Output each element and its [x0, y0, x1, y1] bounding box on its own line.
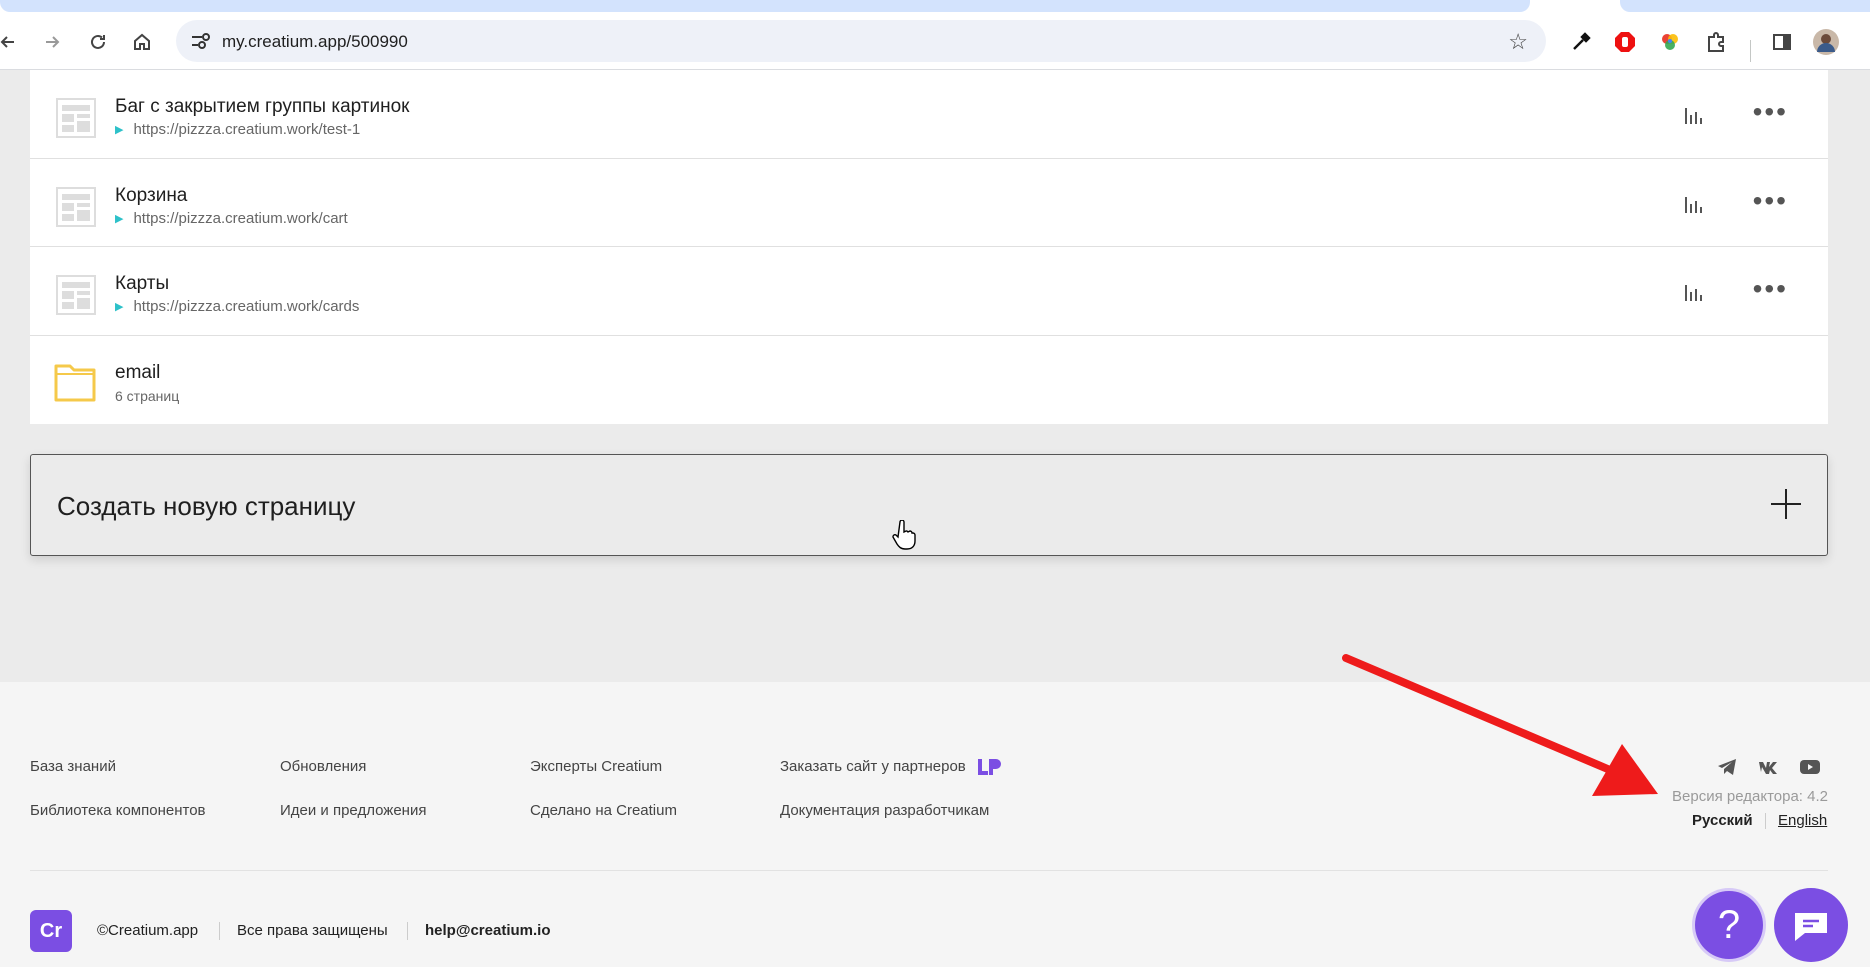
page-url-text[interactable]: https://pizzza.creatium.work/cards	[133, 298, 359, 315]
order-site-label[interactable]: Заказать сайт у партнеров	[780, 758, 966, 775]
telegram-icon[interactable]	[1716, 756, 1738, 778]
reload-button[interactable]	[84, 28, 112, 56]
page-url-text[interactable]: https://pizzza.creatium.work/test-1	[133, 121, 360, 138]
page-template-icon	[56, 186, 96, 227]
footer-link-updates[interactable]: Обновления	[280, 758, 366, 775]
more-options-icon[interactable]: •••	[1753, 275, 1788, 303]
footer-link-knowledge-base[interactable]: База знаний	[30, 758, 116, 775]
vk-icon[interactable]	[1758, 756, 1780, 778]
bookmark-star-icon[interactable]: ☆	[1508, 29, 1528, 55]
footer-link-experts[interactable]: Эксперты Creatium	[530, 758, 662, 775]
eyedropper-extension-icon[interactable]	[1567, 28, 1595, 56]
help-email-link[interactable]: help@creatium.io	[425, 922, 551, 939]
lang-english[interactable]: English	[1778, 812, 1827, 829]
chat-icon	[1795, 913, 1827, 941]
more-options-icon[interactable]: •••	[1753, 98, 1788, 126]
page-url[interactable]: ▶ https://pizzza.creatium.work/test-1	[115, 121, 360, 138]
rights-text: Все права защищены	[237, 922, 388, 939]
home-button[interactable]	[128, 28, 156, 56]
home-icon	[134, 33, 150, 50]
reload-icon	[91, 34, 105, 49]
arrow-left-icon	[0, 36, 14, 48]
tab-strip	[0, 0, 1870, 12]
creatium-logo[interactable]: Cr	[30, 910, 72, 952]
help-question-button[interactable]: ?	[1692, 888, 1766, 962]
lang-russian[interactable]: Русский	[1692, 812, 1753, 829]
folder-icon	[54, 364, 96, 401]
stats-icon[interactable]	[1682, 104, 1704, 126]
hand-cursor-icon	[892, 520, 916, 550]
page-row[interactable]: Баг с закрытием группы картинок ▶ https:/…	[30, 70, 1828, 159]
footer-link-dev-docs[interactable]: Документация разработчикам	[780, 802, 989, 819]
chat-button[interactable]	[1774, 888, 1848, 962]
pages-list: Баг с закрытием группы картинок ▶ https:/…	[30, 70, 1828, 424]
toolbar-divider	[1750, 40, 1751, 62]
page-row[interactable]: Карты ▶ https://pizzza.creatium.work/card…	[30, 247, 1828, 336]
play-icon: ▶	[115, 124, 124, 136]
page-template-icon	[56, 98, 96, 138]
editor-version: Версия редактора: 4.2	[1672, 788, 1828, 805]
create-page-label: Создать новую страницу	[57, 491, 356, 521]
forward-button[interactable]	[38, 28, 66, 56]
extensions-puzzle-icon[interactable]	[1702, 28, 1730, 56]
folder-title[interactable]: email	[115, 362, 160, 384]
annotation-arrow-icon	[1342, 654, 1658, 796]
more-options-icon[interactable]: •••	[1753, 186, 1788, 214]
footer-divider	[30, 870, 1828, 871]
page-template-icon	[56, 275, 96, 315]
adblock-extension-icon[interactable]	[1611, 28, 1639, 56]
page-title[interactable]: Карты	[115, 273, 169, 295]
address-bar[interactable]: my.creatium.app/500990 ☆	[176, 20, 1546, 62]
page-url-text[interactable]: https://pizzza.creatium.work/cart	[133, 210, 347, 227]
footer-link-order-site[interactable]: Заказать сайт у партнеров	[780, 758, 1002, 776]
stats-icon[interactable]	[1682, 281, 1704, 303]
copyright-text: ©Creatium.app	[97, 922, 199, 939]
create-page-button[interactable]: Создать новую страницу	[30, 454, 1828, 556]
browser-toolbar: my.creatium.app/500990 ☆	[0, 12, 1870, 70]
lp-partner-icon	[977, 759, 1001, 776]
page-title[interactable]: Корзина	[115, 185, 187, 207]
page-url[interactable]: ▶ https://pizzza.creatium.work/cart	[115, 210, 348, 227]
play-icon: ▶	[115, 301, 124, 313]
url-text[interactable]: my.creatium.app/500990	[222, 32, 408, 52]
play-icon: ▶	[115, 212, 124, 225]
page-row[interactable]: Корзина ▶ https://pizzza.creatium.work/ca…	[30, 159, 1828, 247]
plus-icon	[1771, 489, 1801, 519]
page-title[interactable]: Баг с закрытием группы картинок	[115, 96, 410, 118]
side-panel-icon[interactable]	[1768, 28, 1796, 56]
question-icon: ?	[1717, 902, 1741, 947]
active-tab[interactable]	[0, 0, 1530, 12]
footer-link-ideas[interactable]: Идеи и предложения	[280, 802, 426, 819]
footer-link-component-library[interactable]: Библиотека компонентов	[30, 802, 206, 819]
youtube-icon[interactable]	[1799, 756, 1821, 778]
footer-separator	[407, 922, 408, 940]
footer-link-made-on[interactable]: Сделано на Creatium	[530, 802, 677, 819]
arrow-right-icon	[46, 36, 60, 48]
color-extension-icon[interactable]	[1656, 28, 1684, 56]
profile-avatar[interactable]	[1812, 28, 1840, 56]
footer-separator	[219, 922, 220, 940]
site-settings-icon[interactable]	[190, 31, 212, 51]
folder-row[interactable]: email 6 страниц	[30, 336, 1828, 425]
back-button[interactable]	[0, 28, 22, 56]
inactive-tab[interactable]	[1620, 0, 1870, 12]
folder-page-count: 6 страниц	[115, 387, 180, 404]
page-url[interactable]: ▶ https://pizzza.creatium.work/cards	[115, 298, 359, 315]
stats-icon[interactable]	[1682, 193, 1704, 215]
lang-divider	[1765, 813, 1766, 829]
